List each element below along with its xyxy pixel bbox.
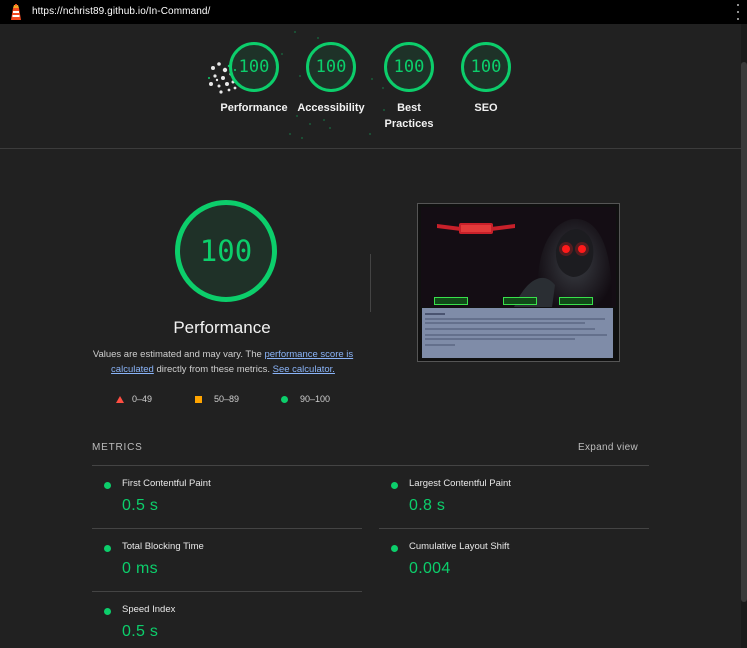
metric-name: First Contentful Paint	[122, 478, 211, 489]
score-legend: 0–49 50–89 90–100	[112, 394, 352, 408]
metrics-divider	[92, 465, 649, 466]
gauge-label: SEO	[474, 102, 498, 114]
scrollbar[interactable]	[741, 24, 747, 648]
gauge-ring: 100	[306, 42, 356, 92]
metric-value: 0 ms	[122, 560, 158, 577]
pass-circle-icon	[104, 545, 111, 552]
screenshot-text-panel	[422, 308, 613, 358]
metric-name: Speed Index	[122, 604, 176, 615]
performance-gauge: 100	[175, 200, 277, 302]
gauge-seo[interactable]: 100 SEO	[437, 42, 535, 116]
scrollbar-thumb[interactable]	[741, 62, 747, 602]
game-logo-image	[437, 223, 515, 234]
legend-fail: 0–49	[116, 394, 152, 404]
metric-value: 0.004	[409, 560, 451, 577]
url-bar: https://nchrist89.github.io/In-Command/	[0, 0, 747, 24]
gauge-ring: 100	[384, 42, 434, 92]
calculator-link[interactable]: See calculator.	[273, 364, 335, 375]
metric-value: 0.8 s	[409, 497, 446, 514]
pass-circle-icon	[391, 482, 398, 489]
metrics-divider	[92, 528, 362, 529]
legend-pass: 90–100	[281, 394, 330, 404]
metrics-divider	[379, 528, 649, 529]
metric-name: Total Blocking Time	[122, 541, 204, 552]
gauge-label: Best Practices	[384, 102, 434, 130]
vertical-divider	[370, 254, 371, 312]
square-icon	[195, 395, 202, 403]
metrics-divider	[92, 591, 362, 592]
metric-name: Largest Contentful Paint	[409, 478, 511, 489]
legend-range: 50–89	[214, 394, 240, 404]
pass-circle-icon	[391, 545, 398, 552]
triangle-icon	[116, 395, 124, 403]
legend-average: 50–89	[195, 394, 239, 404]
lighthouse-logo-icon	[11, 4, 21, 20]
final-screenshot-thumbnail[interactable]	[417, 203, 620, 362]
more-options-icon[interactable]	[736, 4, 740, 20]
screenshot-buttons	[421, 297, 616, 305]
gauge-ring: 100	[461, 42, 511, 92]
metric-value: 0.5 s	[122, 623, 159, 640]
circle-icon	[281, 395, 288, 403]
expand-view-toggle[interactable]: Expand view	[578, 442, 638, 453]
desc-text: Values are estimated and may vary. The	[92, 349, 265, 360]
metric-value: 0.5 s	[122, 497, 159, 514]
metrics-header: METRICS	[92, 442, 143, 453]
legend-range: 90–100	[300, 394, 331, 404]
hooded-figure-image	[514, 218, 612, 307]
gauge-ring: 100	[229, 42, 279, 92]
pass-circle-icon	[104, 608, 111, 615]
page-url[interactable]: https://nchrist89.github.io/In-Command/	[32, 6, 210, 17]
performance-title: Performance	[173, 318, 271, 337]
desc-text: directly from these metrics.	[153, 364, 273, 375]
section-divider	[0, 148, 741, 149]
screenshot-hero-image	[421, 207, 616, 307]
pass-circle-icon	[104, 482, 111, 489]
performance-description: Values are estimated and may vary. The p…	[92, 347, 354, 377]
metric-name: Cumulative Layout Shift	[409, 541, 510, 552]
legend-range: 0–49	[132, 394, 153, 404]
